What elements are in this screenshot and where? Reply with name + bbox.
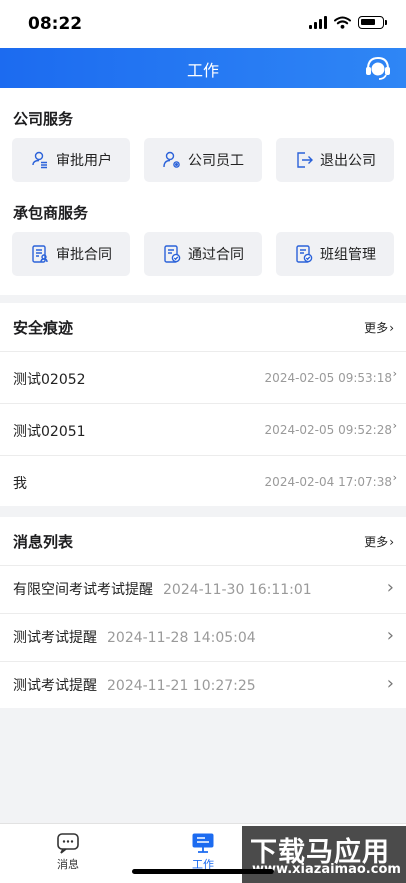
contract-user-icon bbox=[32, 245, 48, 263]
approved-contract-label: 通过合同 bbox=[188, 247, 244, 263]
security-trace-title: 安全痕迹 bbox=[13, 319, 74, 337]
status-bar: 08:22 bbox=[0, 0, 406, 48]
message-list-header: 消息列表 更多 › bbox=[0, 517, 406, 565]
chevron-right-icon: › bbox=[392, 367, 397, 380]
more-label: 更多 bbox=[364, 535, 389, 549]
message-list-more-button[interactable]: 更多 › bbox=[364, 533, 394, 550]
security-trace-header: 安全痕迹 更多 › bbox=[0, 303, 406, 351]
approve-users-label: 审批用户 bbox=[56, 153, 112, 169]
message-time: 2024-11-30 16:11:01 bbox=[163, 582, 312, 598]
chevron-right-icon: › bbox=[389, 534, 394, 549]
leave-company-label: 退出公司 bbox=[320, 153, 376, 169]
item-time: 2024-02-05 09:53:18 bbox=[264, 371, 392, 385]
contractor-services-title: 承包商服务 bbox=[13, 204, 89, 222]
item-name: 测试02052 bbox=[13, 372, 86, 388]
user-settings-icon bbox=[163, 151, 180, 168]
app-header: 工作 bbox=[0, 48, 406, 88]
watermark-logo: 下载马应用 www.xiazaimao.com bbox=[242, 826, 406, 883]
message-title: 有限空间考试考试提醒 bbox=[13, 582, 153, 598]
message-text: 有限空间考试考试提醒 2024-11-30 16:11:01 bbox=[13, 579, 312, 599]
status-time: 08:22 bbox=[28, 14, 83, 34]
chevron-right-icon: › bbox=[392, 419, 397, 432]
security-trace-more-button[interactable]: 更多 › bbox=[364, 319, 394, 336]
list-item[interactable]: 测试考试提醒 2024-11-21 10:27:25 › bbox=[0, 661, 406, 708]
message-text: 测试考试提醒 2024-11-28 14:05:04 bbox=[13, 627, 256, 647]
list-item[interactable]: 测试02052 2024-02-05 09:53:18 › bbox=[0, 351, 406, 403]
item-name: 测试02051 bbox=[13, 424, 86, 440]
chevron-right-icon: › bbox=[386, 577, 394, 598]
approve-contract-label: 审批合同 bbox=[56, 247, 112, 263]
list-item[interactable]: 我 2024-02-04 17:07:38 › bbox=[0, 455, 406, 506]
chevron-right-icon: › bbox=[386, 673, 394, 694]
company-staff-button[interactable]: 公司员工 bbox=[144, 138, 262, 182]
team-management-label: 班组管理 bbox=[320, 247, 376, 263]
chat-icon bbox=[57, 833, 79, 854]
battery-icon bbox=[358, 15, 387, 29]
message-title: 测试考试提醒 bbox=[13, 630, 97, 646]
company-staff-label: 公司员工 bbox=[188, 153, 244, 169]
approved-contract-button[interactable]: 通过合同 bbox=[144, 232, 262, 276]
logout-icon bbox=[297, 152, 313, 168]
cellular-signal-icon bbox=[309, 15, 327, 29]
message-title: 测试考试提醒 bbox=[13, 678, 97, 694]
contract-check-icon bbox=[164, 245, 181, 263]
list-item[interactable]: 测试02051 2024-02-05 09:52:28 › bbox=[0, 403, 406, 455]
status-icons bbox=[309, 15, 387, 29]
item-name: 我 bbox=[13, 476, 27, 492]
leave-company-button[interactable]: 退出公司 bbox=[276, 138, 394, 182]
desktop-icon bbox=[192, 833, 214, 853]
team-management-button[interactable]: 班组管理 bbox=[276, 232, 394, 276]
chevron-right-icon: › bbox=[386, 625, 394, 646]
chevron-right-icon: › bbox=[389, 320, 394, 335]
approve-contract-button[interactable]: 审批合同 bbox=[12, 232, 130, 276]
more-label: 更多 bbox=[364, 321, 389, 335]
user-list-icon bbox=[32, 151, 47, 169]
message-time: 2024-11-21 10:27:25 bbox=[107, 678, 256, 694]
message-time: 2024-11-28 14:05:04 bbox=[107, 630, 256, 646]
company-services-title: 公司服务 bbox=[13, 110, 74, 128]
home-indicator bbox=[132, 869, 274, 874]
security-trace-card: 安全痕迹 更多 › 测试02052 2024-02-05 09:53:18 › … bbox=[0, 303, 406, 506]
message-list-card: 消息列表 更多 › 有限空间考试考试提醒 2024-11-30 16:11:01 … bbox=[0, 517, 406, 708]
tab-messages[interactable]: 消息 bbox=[38, 832, 98, 872]
item-time: 2024-02-05 09:52:28 bbox=[264, 423, 392, 437]
services-card: 公司服务 审批用户 公司员工 退出公司 承包商服务 审批合同 通过合同 班组管理 bbox=[0, 88, 406, 295]
wifi-icon bbox=[334, 16, 351, 29]
page-title: 工作 bbox=[186, 61, 219, 80]
item-time: 2024-02-04 17:07:38 bbox=[264, 475, 392, 489]
customer-service-icon[interactable] bbox=[364, 54, 392, 82]
watermark-url: www.xiazaimao.com bbox=[252, 862, 401, 877]
list-item[interactable]: 有限空间考试考试提醒 2024-11-30 16:11:01 › bbox=[0, 565, 406, 613]
approve-users-button[interactable]: 审批用户 bbox=[12, 138, 130, 182]
message-text: 测试考试提醒 2024-11-21 10:27:25 bbox=[13, 675, 256, 695]
team-check-icon bbox=[296, 245, 313, 263]
list-item[interactable]: 测试考试提醒 2024-11-28 14:05:04 › bbox=[0, 613, 406, 661]
chevron-right-icon: › bbox=[392, 471, 397, 484]
tab-messages-label: 消息 bbox=[57, 858, 79, 871]
message-list-title: 消息列表 bbox=[13, 533, 74, 551]
tab-work[interactable]: 工作 bbox=[173, 832, 233, 872]
